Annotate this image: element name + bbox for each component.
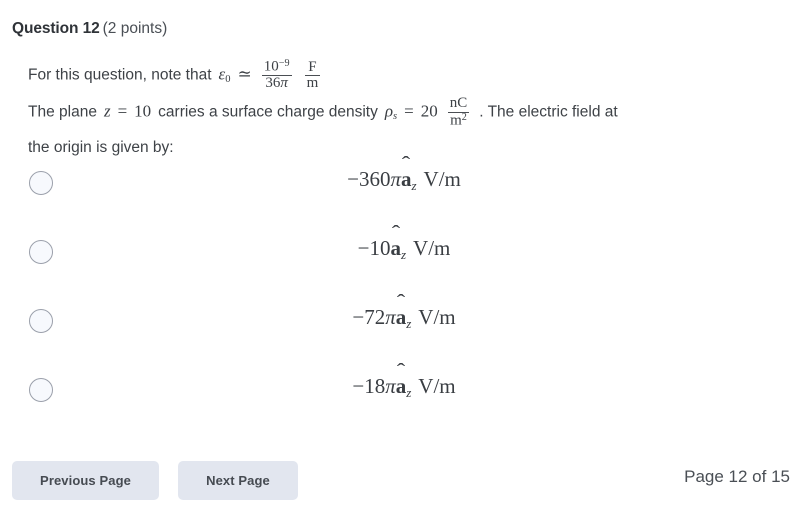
unit-vector-a: ̂a [401,167,412,192]
answer-sign: − [352,374,365,398]
answer-option-row[interactable]: −360π̂az V/m [0,163,812,232]
answer-expression-c: −72π̂az V/m [352,305,456,331]
answer-sign: − [352,305,365,329]
unit-vector-subscript: z [400,246,407,262]
question-body: For this question, note that ε0 ≃ 10−9 36π Fm… [28,58,758,163]
rho-value: 20 [420,101,438,121]
answer-option-label: −10̂az V/m [0,236,812,263]
question-line-2-text-a: The plane [28,103,97,121]
answer-sign: − [357,236,370,260]
unit-vector-subscript: z [406,315,412,331]
answer-sign: − [347,167,359,191]
permittivity-fraction: 10−9 36π [261,58,292,92]
permittivity-unit-numerator: F [304,59,321,77]
plane-value: 10 [134,101,152,121]
unit-vector-letter: a [395,374,407,398]
question-line-2-text-b: carries a surface charge density [158,103,378,121]
answer-unit: V/m [418,374,456,398]
answer-coefficient: 10 [369,236,391,260]
question-line-1-text: For this question, note that [28,66,212,84]
permittivity-numerator: 10−9 [261,58,292,77]
permittivity-numerator-exponent: −9 [278,58,290,69]
answer-expression-b: −10̂az V/m [357,236,451,262]
question-line-2: The plane z = 10 carries a surface charge de… [28,95,758,132]
plane-variable: z [103,101,111,121]
unit-vector-a: ̂a [396,305,407,330]
charge-density-unit-denominator-base: m [450,112,462,129]
charge-density-unit-numerator: nC [447,95,470,114]
plane-equals: = [117,101,128,121]
answer-unit: V/m [423,167,461,191]
question-header: Question 12 (2 points) [12,19,167,39]
answer-option-row[interactable]: −10̂az V/m [0,232,812,301]
answer-coefficient: 72 [364,305,386,329]
rho-equals: = [404,101,414,121]
rho-symbol: ρ [384,101,394,121]
answer-option-row[interactable]: −18π̂az V/m [0,370,812,439]
question-points: (2 points) [102,20,168,37]
question-line-1: For this question, note that ε0 ≃ 10−9 36π Fm [28,58,758,95]
answer-coefficient: 18 [364,374,386,398]
answer-option-row[interactable]: −72π̂az V/m [0,301,812,370]
unit-vector-letter: a [395,305,407,329]
answer-option-label: −18π̂az V/m [0,374,812,401]
permittivity-denominator-pi: π [280,75,288,92]
answer-pi: π [385,374,396,398]
answer-option-label: −72π̂az V/m [0,305,812,332]
quiz-navigation-footer: Previous Page Next Page Page 12 of 15 [0,461,812,501]
unit-vector-letter: a [400,167,412,191]
epsilon-subscript: 0 [225,74,231,86]
permittivity-denominator: 36π [262,76,292,92]
answer-unit: V/m [413,236,451,260]
unit-vector-a: ̂a [390,236,401,261]
charge-density-unit-denominator-exponent: 2 [461,112,467,124]
unit-vector-letter: a [390,236,401,260]
question-number: Question 12 [12,20,100,37]
rho-subscript: s [393,111,398,123]
previous-page-button[interactable]: Previous Page [12,461,159,500]
charge-density-unit-denominator: m2 [448,112,470,129]
page-indicator: Page 12 of 15 [684,467,790,486]
answer-options-list: −360π̂azV/m −10̂azV/m −72π̂azV/m −18π̂az… [0,163,812,439]
permittivity-unit-fraction: Fm [304,59,321,93]
unit-vector-subscript: z [406,384,412,400]
unit-vector-subscript: z [411,177,417,193]
permittivity-numerator-base: 10 [263,58,279,75]
permittivity-denominator-value: 36 [265,75,281,92]
answer-coefficient: 360 [358,167,391,191]
next-page-button[interactable]: Next Page [178,461,298,500]
answer-option-label: −360π̂az V/m [0,167,812,194]
unit-vector-a: ̂a [396,374,407,399]
question-line-2-text-c: . The electric field at [479,103,618,121]
answer-pi: π [390,167,401,191]
answer-pi: π [385,305,396,329]
answer-unit: V/m [418,305,456,329]
answer-expression-a: −360π̂az V/m [347,167,461,193]
charge-density-unit-fraction: nC m2 [447,95,470,129]
permittivity-unit-denominator: m [306,75,319,92]
question-line-3: the origin is given by: [28,139,174,157]
approx-symbol: ≃ [237,64,252,84]
answer-expression-d: −18π̂az V/m [352,374,456,400]
